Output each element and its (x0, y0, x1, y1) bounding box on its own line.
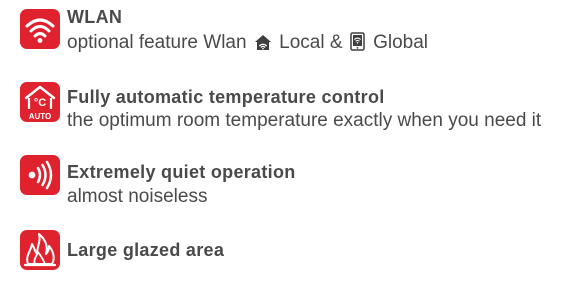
feature-title: WLAN (67, 7, 123, 27)
feature-title: Extremely quiet operation (67, 162, 296, 182)
thermometer-auto-icon: °C AUTO (20, 82, 60, 122)
feature-subtitle-local: Local & (279, 32, 343, 53)
feature-title: Fully automatic temperature control (67, 87, 385, 107)
sound-waves-icon (20, 155, 60, 195)
feature-title: Large glazed area (67, 240, 225, 260)
home-icon (254, 34, 272, 57)
phone-wifi-icon (350, 32, 366, 57)
icon-auto-label: AUTO (29, 112, 52, 121)
feature-subtitle: optional feature Wlan Local & Global (67, 32, 428, 57)
feature-subtitle-global: Global (373, 32, 428, 53)
feature-subtitle: the optimum room temperature exactly whe… (67, 110, 542, 131)
feature-subtitle: almost noiseless (67, 186, 208, 207)
icon-celsius-label: °C (34, 97, 46, 109)
flame-icon (20, 230, 60, 270)
wifi-icon (20, 9, 60, 49)
feature-subtitle-prefix: optional feature Wlan (67, 32, 247, 53)
